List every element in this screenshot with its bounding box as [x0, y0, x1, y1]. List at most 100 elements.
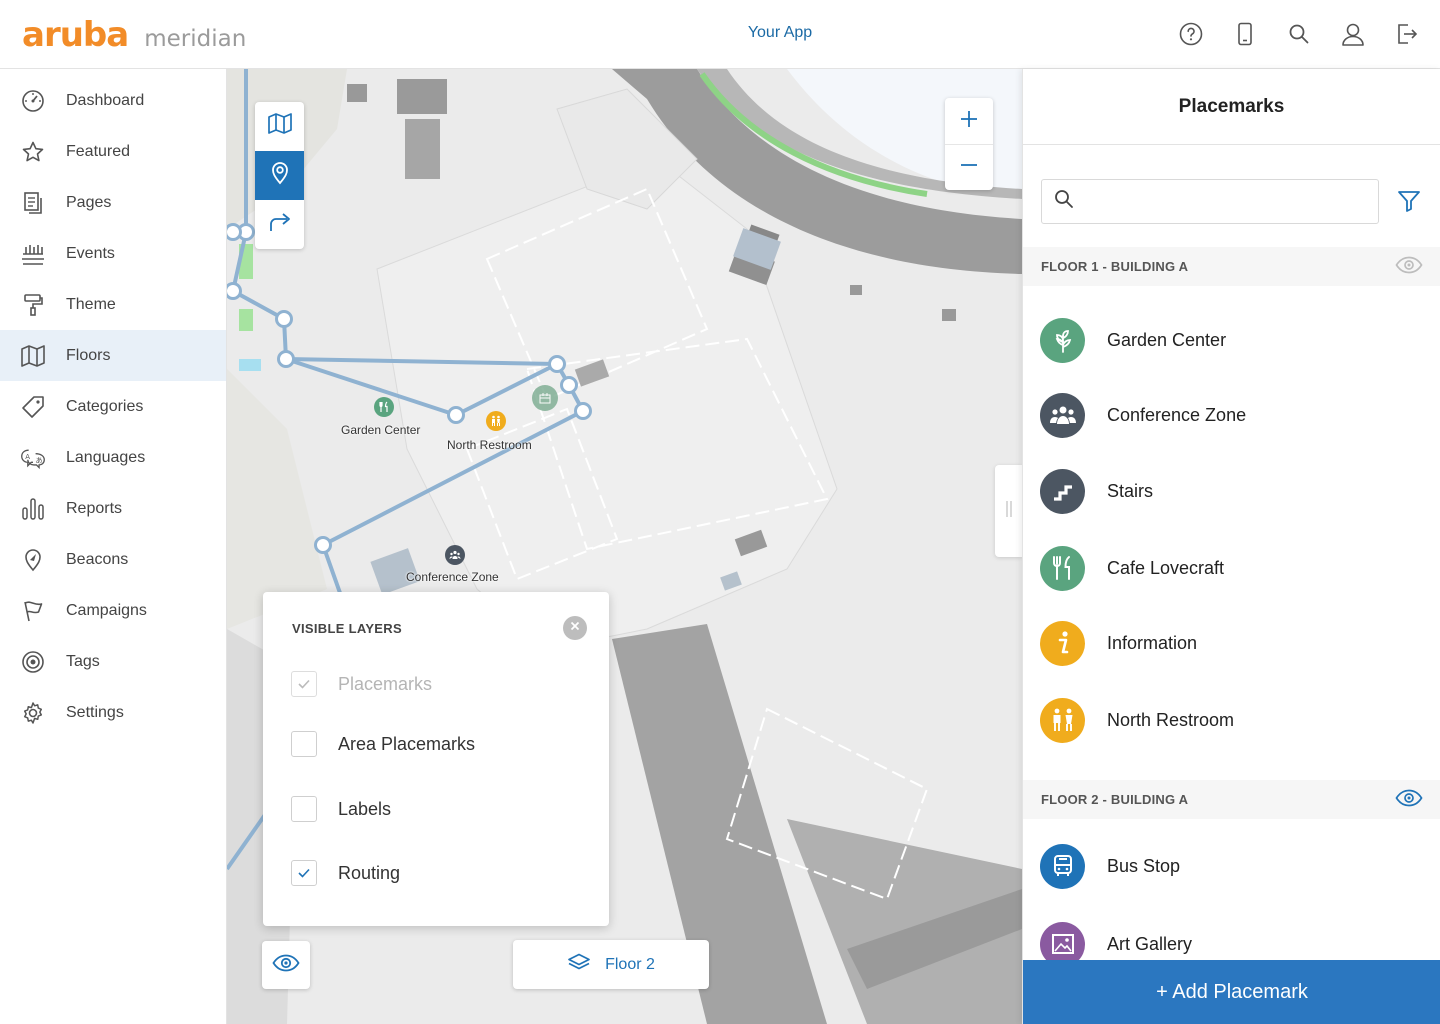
map-view[interactable]: Garden Center North Restroom Conference … — [227, 69, 1022, 1024]
map-icon — [20, 343, 46, 369]
conference-zone-pin[interactable] — [445, 545, 465, 565]
leaf-icon — [1040, 317, 1085, 363]
sidebar-item-label: Settings — [66, 703, 124, 721]
sidebar-item-floors[interactable]: Floors — [0, 330, 226, 381]
layer-placemarks[interactable]: Placemarks — [291, 671, 432, 697]
people-icon — [1040, 392, 1085, 438]
placemark-search — [1041, 179, 1379, 224]
placemark-item-north-restroom[interactable]: North Restroom — [1023, 683, 1440, 757]
placemark-label: Conference Zone — [1107, 404, 1247, 425]
placemarks-panel-title: Placemarks — [1023, 69, 1440, 145]
north-restroom-pin[interactable] — [486, 411, 506, 431]
floor-1-header: FLOOR 1 - BUILDING A — [1023, 247, 1440, 286]
conference-zone-label: Conference Zone — [406, 570, 499, 584]
target-icon — [20, 649, 46, 675]
pages-icon — [20, 190, 46, 216]
mobile-icon[interactable] — [1232, 20, 1258, 48]
add-placemark-button[interactable]: + Add Placemark — [1023, 960, 1440, 1024]
route-tool-button[interactable] — [255, 200, 304, 249]
placemark-item-conference-zone[interactable]: Conference Zone — [1023, 378, 1440, 452]
map-view-button[interactable] — [255, 102, 304, 151]
search-icon[interactable] — [1286, 20, 1312, 48]
placemark-label: North Restroom — [1107, 709, 1235, 730]
sidebar-item-beacons[interactable]: Beacons — [0, 534, 226, 585]
floor-selector-button[interactable]: Floor 2 — [513, 940, 709, 989]
sidebar-item-label: Pages — [66, 193, 112, 211]
fork-knife-icon — [1040, 545, 1085, 591]
placemark-item-information[interactable]: Information — [1023, 606, 1440, 680]
filter-icon — [1397, 191, 1421, 217]
layers-panel-title: VISIBLE LAYERS — [292, 621, 402, 636]
floor-2-visibility-toggle[interactable] — [1395, 788, 1423, 811]
info-icon — [1040, 620, 1085, 666]
sidebar-item-dashboard[interactable]: Dashboard — [0, 75, 226, 126]
placemark-item-cafe-lovecraft[interactable]: Cafe Lovecraft — [1023, 531, 1440, 605]
search-input[interactable] — [1084, 193, 1364, 210]
zoom-controls — [945, 98, 993, 190]
sidebar-item-label: Floors — [66, 346, 111, 364]
bus-icon — [1040, 843, 1085, 889]
visible-layers-panel: VISIBLE LAYERS Placemarks Area Placemark… — [263, 592, 609, 926]
floor-1-visibility-toggle[interactable] — [1395, 255, 1423, 278]
floor-2-header: FLOOR 2 - BUILDING A — [1023, 780, 1440, 819]
toggle-layers-button[interactable] — [262, 941, 310, 989]
placemark-item-bus-stop[interactable]: Bus Stop — [1023, 829, 1440, 903]
placemark-item-garden-center[interactable]: Garden Center — [1023, 303, 1440, 377]
user-icon[interactable] — [1340, 20, 1366, 48]
star-icon — [20, 139, 46, 165]
placemark-item-stairs[interactable]: Stairs — [1023, 454, 1440, 528]
zoom-in-button[interactable] — [945, 98, 993, 144]
sidebar-item-label: Categories — [66, 397, 144, 415]
labels-checkbox[interactable] — [291, 796, 317, 822]
paint-roller-icon — [20, 292, 46, 318]
sidebar-item-events[interactable]: Events — [0, 228, 226, 279]
close-layers-button[interactable] — [563, 616, 587, 640]
sidebar-item-categories[interactable]: Categories — [0, 381, 226, 432]
sidebar-item-tags[interactable]: Tags — [0, 636, 226, 687]
sidebar-item-label: Reports — [66, 499, 123, 517]
plus-icon — [959, 109, 979, 134]
panel-resize-handle[interactable] — [995, 465, 1022, 557]
map-icon — [267, 113, 293, 140]
sidebar-item-reports[interactable]: Reports — [0, 483, 226, 534]
routing-checkbox[interactable] — [291, 860, 317, 886]
sidebar-item-campaigns[interactable]: Campaigns — [0, 585, 226, 636]
route-arrow-icon — [268, 211, 292, 238]
app-name[interactable]: Your App — [748, 24, 812, 42]
placemark-tool-button[interactable] — [255, 151, 304, 200]
logout-icon[interactable] — [1394, 20, 1420, 48]
svg-text:A: A — [25, 452, 30, 460]
filter-button[interactable] — [1397, 189, 1421, 218]
sidebar-item-featured[interactable]: Featured — [0, 126, 226, 177]
calendar-icon — [20, 241, 46, 267]
placemarks-checkbox[interactable] — [291, 671, 317, 697]
north-restroom-label: North Restroom — [447, 438, 532, 452]
layer-label: Labels — [338, 798, 392, 819]
eye-icon — [1395, 789, 1423, 807]
sidebar-item-languages[interactable]: Aあ Languages — [0, 432, 226, 483]
sidebar-item-pages[interactable]: Pages — [0, 177, 226, 228]
garden-center-pin[interactable] — [374, 397, 394, 417]
layer-labels[interactable]: Labels — [291, 796, 391, 822]
check-icon — [298, 868, 310, 878]
floor-selector-label: Floor 2 — [605, 955, 655, 973]
placemark-label: Cafe Lovecraft — [1107, 557, 1225, 578]
area-placemarks-checkbox[interactable] — [291, 731, 317, 757]
help-icon[interactable] — [1178, 20, 1204, 48]
zoom-out-button[interactable] — [945, 144, 993, 190]
bar-chart-icon — [20, 496, 46, 522]
sidebar-item-label: Theme — [66, 295, 116, 313]
placemark-label: Stairs — [1107, 480, 1154, 501]
restroom-icon — [1040, 697, 1085, 743]
sidebar-item-theme[interactable]: Theme — [0, 279, 226, 330]
grip-icon — [1005, 499, 1013, 524]
stairs-area-pin[interactable] — [532, 385, 558, 411]
placemark-label: Bus Stop — [1107, 855, 1181, 876]
sidebar-item-label: Featured — [66, 142, 131, 160]
layer-routing[interactable]: Routing — [291, 860, 400, 886]
sidebar-item-settings[interactable]: Settings — [0, 687, 226, 738]
search-icon — [1054, 189, 1074, 214]
location-pin-icon — [270, 161, 290, 190]
layer-area-placemarks[interactable]: Area Placemarks — [291, 731, 475, 757]
flag-icon — [20, 598, 46, 624]
